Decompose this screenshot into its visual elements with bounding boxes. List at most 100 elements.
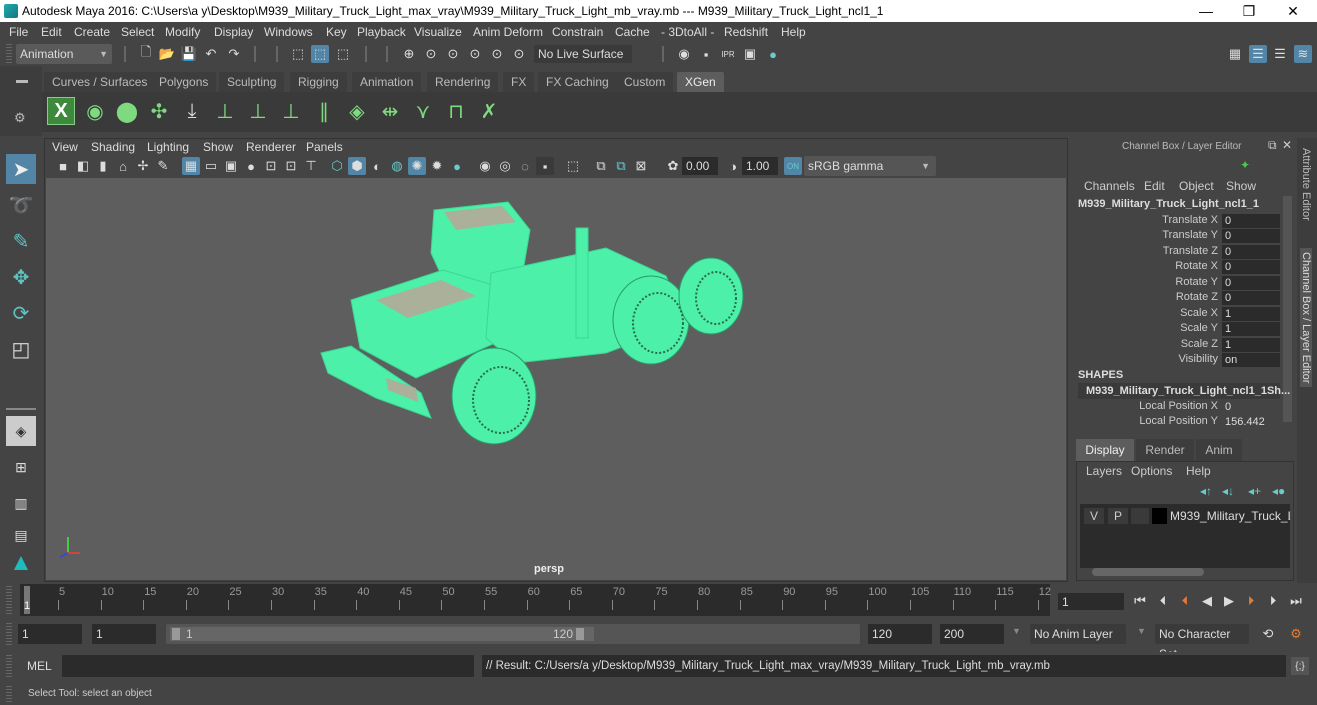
menu-visualize[interactable]: Visualize [414, 25, 462, 39]
toggle-preview-icon[interactable]: ◉ [81, 97, 109, 125]
four-view-layout-icon[interactable]: ⊞ [6, 452, 36, 482]
select-hierarchy-icon[interactable]: ⬚ [289, 45, 307, 63]
menu-windows[interactable]: Windows [264, 25, 313, 39]
layer-display-type-toggle[interactable] [1131, 508, 1149, 524]
layer-menu-options[interactable]: Options [1131, 464, 1172, 478]
new-layer-icon[interactable]: ◂+ [1248, 484, 1261, 498]
menu-redshift[interactable]: Redshift [724, 25, 768, 39]
layer-list-scrollbar[interactable] [1092, 568, 1204, 576]
create-description-icon[interactable]: ✣ [145, 97, 173, 125]
snap-view-plane-icon[interactable]: ⊙ [466, 45, 484, 63]
paint-select-tool-icon[interactable]: ✎ [6, 226, 36, 256]
shelf-tab-animation[interactable]: Animation [352, 72, 422, 92]
delete-guide-icon[interactable]: ✗ [475, 97, 503, 125]
menu-cache[interactable]: Cache [615, 25, 650, 39]
range-slider-bar-fill[interactable] [170, 627, 594, 641]
exposure-icon[interactable]: ✿ [664, 157, 682, 175]
image-plane-icon[interactable]: ⌂ [114, 157, 132, 175]
channel-row[interactable]: Scale Y1 [1072, 322, 1282, 337]
move-layer-up-icon[interactable]: ◂↑ [1200, 484, 1212, 498]
range-start-handle[interactable] [172, 628, 180, 640]
shadows-icon[interactable]: ● [448, 157, 466, 175]
go-to-end-icon[interactable]: ⏭ [1287, 592, 1305, 610]
command-input[interactable] [62, 655, 474, 677]
live-surface-field[interactable]: No Live Surface [534, 45, 632, 63]
new-layer-selected-icon[interactable]: ◂● [1272, 484, 1285, 498]
lock-guide-icon[interactable]: ⊥ [277, 97, 305, 125]
channel-row[interactable]: Rotate Y0 [1072, 276, 1282, 291]
maximize-button[interactable]: ❐ [1226, 0, 1272, 22]
layer-menu-help[interactable]: Help [1186, 464, 1211, 478]
menu-select[interactable]: Select [121, 25, 154, 39]
place-guides-icon[interactable]: ⤓ [178, 97, 206, 125]
guide-bounds-icon[interactable]: ⊓ [442, 97, 470, 125]
play-forwards-icon[interactable]: ▶ [1220, 592, 1238, 610]
layer-visibility-toggle[interactable]: V [1084, 508, 1104, 524]
3d-scene[interactable]: persp [46, 178, 1066, 580]
use-all-lights-icon[interactable]: ✹ [428, 157, 446, 175]
menu-3dtoall[interactable]: - 3DtoAll - [661, 25, 714, 39]
persp-graph-layout-icon[interactable]: ▤ [6, 520, 36, 550]
character-set-dropdown[interactable]: No Character Set [1155, 624, 1249, 661]
anti-aliasing-icon[interactable]: ◌ [516, 157, 534, 175]
add-guide-icon[interactable]: ⊥ [211, 97, 239, 125]
xray-active-components-icon[interactable]: ⊠ [632, 157, 650, 175]
scale-tool-icon[interactable]: ◰ [6, 334, 36, 364]
menu-modify[interactable]: Modify [165, 25, 200, 39]
select-tool-icon[interactable]: ➤ [6, 154, 36, 184]
safe-title-icon[interactable]: ⊤ [302, 157, 320, 175]
animation-preferences-icon[interactable]: ⚙ [1287, 625, 1305, 643]
snap-curve-icon[interactable]: ⊙ [422, 45, 440, 63]
new-scene-icon[interactable]: 🗋 [137, 44, 155, 63]
time-slider-grip[interactable] [6, 586, 12, 614]
persp-outliner-layout-icon[interactable]: ▥ [6, 488, 36, 518]
2d-pan-zoom-icon[interactable]: ✢ [134, 157, 152, 175]
create-patch-icon[interactable]: ◈ [343, 97, 371, 125]
shelf-tab-curves-surfaces[interactable]: Curves / Surfaces [44, 72, 156, 92]
shelf-settings-gear-icon[interactable]: ⚙ [14, 110, 26, 126]
tool-settings-icon[interactable]: ☰ [1271, 45, 1289, 63]
xray-joints-icon[interactable]: ⧉ [612, 157, 630, 175]
cb-menu-channels[interactable]: Channels [1084, 179, 1135, 193]
shape-channel-row[interactable]: Local Position X0 [1072, 400, 1282, 415]
close-button[interactable]: ✕ [1270, 0, 1316, 22]
truck-model-wireframe[interactable] [46, 178, 1066, 580]
isolate-select-icon[interactable]: ⬚ [564, 157, 582, 175]
hypershade-icon[interactable]: ● [764, 45, 782, 63]
motion-blur-icon[interactable]: ◎ [496, 157, 514, 175]
snap-grid-icon[interactable]: ⊕ [400, 45, 418, 63]
layer-playback-toggle[interactable]: P [1108, 508, 1128, 524]
menu-playback[interactable]: Playback [357, 25, 406, 39]
grid-icon[interactable]: ▦ [182, 157, 200, 175]
viewport-menu-shading[interactable]: Shading [91, 140, 135, 154]
menu-constrain[interactable]: Constrain [552, 25, 603, 39]
step-back-frame-icon[interactable]: ⏴ [1154, 592, 1172, 610]
step-forward-frame-icon[interactable]: ⏵ [1264, 592, 1282, 610]
shelf-tab-xgen[interactable]: XGen [677, 72, 724, 92]
auto-key-icon[interactable]: ⟲ [1259, 625, 1277, 643]
guides-to-curves-icon[interactable]: ∥ [310, 97, 338, 125]
smooth-shade-icon[interactable]: ⬢ [348, 157, 366, 175]
channel-row[interactable]: Rotate X0 [1072, 260, 1282, 275]
shelf-tab-sculpting[interactable]: Sculpting [219, 72, 285, 92]
open-scene-icon[interactable]: 📂 [158, 45, 176, 63]
step-forward-key-icon[interactable]: ⏵ [1242, 592, 1260, 610]
shelf-tab-fx-caching[interactable]: FX Caching [538, 72, 617, 92]
channel-row[interactable]: Scale Z1 [1072, 338, 1282, 353]
screen-space-ao-icon[interactable]: ◉ [476, 157, 494, 175]
command-language-toggle[interactable]: MEL [27, 659, 52, 673]
move-tool-icon[interactable]: ✥ [6, 262, 36, 292]
close-panel-icon[interactable]: ✕ [1282, 138, 1292, 152]
lasso-tool-icon[interactable]: ➰ [6, 190, 36, 220]
layer-menu-layers[interactable]: Layers [1086, 464, 1122, 478]
color-management-toggle-icon[interactable]: ON [784, 157, 802, 175]
shelf-tab-custom[interactable]: Custom [616, 72, 674, 92]
playback-start-field[interactable]: 1 [92, 624, 156, 644]
select-guides-icon[interactable]: ⋎ [409, 97, 437, 125]
channel-row[interactable]: Scale X1 [1072, 307, 1282, 322]
field-chart-icon[interactable]: ⊡ [262, 157, 280, 175]
move-layer-down-icon[interactable]: ◂↓ [1222, 484, 1234, 498]
layer-tab-anim[interactable]: Anim [1196, 439, 1242, 461]
play-backwards-icon[interactable]: ◀ [1198, 592, 1216, 610]
channel-box-tab[interactable]: Channel Box / Layer Editor [1300, 248, 1312, 388]
